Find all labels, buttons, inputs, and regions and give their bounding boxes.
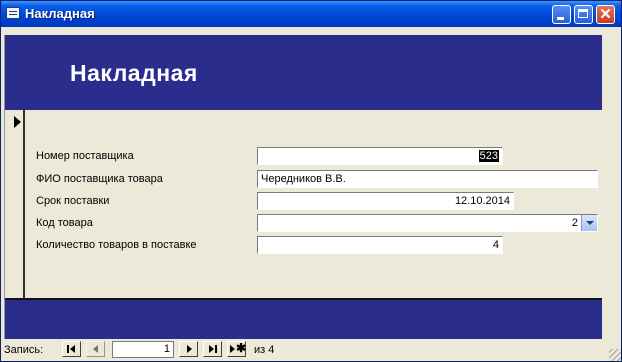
- minimize-icon: [557, 17, 564, 20]
- product-code-dropdown-button[interactable]: [581, 215, 597, 231]
- access-form-window: Накладная ✕ Накладная Номер поставщика 5…: [0, 0, 622, 362]
- form-icon[interactable]: [6, 7, 20, 19]
- supplier-number-label: Номер поставщика: [36, 150, 134, 162]
- delivery-date-field[interactable]: 12.10.2014: [257, 192, 514, 210]
- window-title: Накладная: [25, 6, 95, 21]
- supplier-name-field[interactable]: Чередников В.В.: [257, 170, 598, 188]
- previous-record-button[interactable]: [86, 341, 105, 357]
- close-button[interactable]: ✕: [596, 5, 615, 24]
- current-record-arrow-icon: [14, 116, 21, 128]
- first-record-icon: [67, 345, 69, 353]
- first-record-button[interactable]: [62, 341, 81, 357]
- record-label: Запись:: [4, 344, 44, 356]
- new-record-icon: [230, 345, 235, 353]
- form-body: Накладная Номер поставщика 523 ФИО поста…: [4, 35, 602, 339]
- record-navigation-bar: Запись: 1 ✱ из 4: [1, 339, 621, 361]
- quantity-label: Количество товаров в поставке: [36, 239, 197, 251]
- record-count: из 4: [254, 344, 274, 356]
- delivery-date-label: Срок поставки: [36, 195, 110, 207]
- product-code-label: Код товара: [36, 217, 93, 229]
- quantity-field[interactable]: 4: [257, 236, 503, 254]
- supplier-name-label: ФИО поставщика товара: [36, 173, 163, 185]
- form-footer: [5, 298, 602, 339]
- product-code-combo[interactable]: 2: [257, 214, 598, 232]
- last-record-icon: [209, 345, 214, 353]
- close-icon: ✕: [599, 6, 612, 23]
- previous-record-icon: [93, 345, 98, 353]
- maximize-icon: [578, 9, 588, 18]
- supplier-number-value: 523: [478, 150, 499, 162]
- chevron-down-icon: [586, 221, 594, 225]
- of-label: из: [254, 344, 266, 356]
- form-header: Накладная: [5, 35, 602, 110]
- record-selector[interactable]: [5, 110, 25, 298]
- current-record-input[interactable]: 1: [112, 341, 174, 358]
- total-records: 4: [268, 344, 275, 356]
- minimize-button[interactable]: [552, 5, 571, 24]
- last-record-button[interactable]: [203, 341, 222, 357]
- product-code-value: 2: [571, 217, 578, 229]
- resize-grip[interactable]: [609, 349, 621, 361]
- next-record-button[interactable]: [179, 341, 198, 357]
- new-record-button[interactable]: ✱: [227, 341, 246, 357]
- form-header-title: Накладная: [70, 60, 198, 86]
- supplier-number-field[interactable]: 523: [257, 147, 503, 165]
- maximize-button[interactable]: [574, 5, 593, 24]
- form-detail: Номер поставщика 523 ФИО поставщика това…: [25, 110, 602, 298]
- title-bar[interactable]: Накладная ✕: [1, 1, 621, 27]
- next-record-icon: [187, 345, 192, 353]
